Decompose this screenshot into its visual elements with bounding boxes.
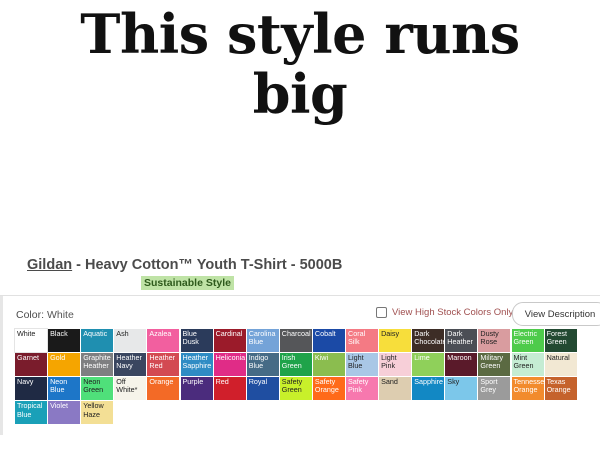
panel-divider bbox=[0, 296, 3, 435]
selected-color-value: White bbox=[46, 309, 74, 321]
brand-link[interactable]: Gildan bbox=[27, 257, 72, 273]
sustainable-style-badge: Sustainable Style bbox=[141, 276, 234, 290]
color-swatch[interactable]: Gold bbox=[48, 353, 81, 377]
color-swatch[interactable]: Charcoal bbox=[279, 329, 312, 352]
color-swatch[interactable]: Safety Orange bbox=[312, 377, 345, 401]
color-swatch[interactable]: Sapphire bbox=[412, 377, 445, 401]
color-swatch[interactable]: Red bbox=[213, 377, 246, 401]
color-swatch[interactable]: Off White* bbox=[114, 377, 147, 401]
color-swatch[interactable]: Texas Orange bbox=[544, 377, 577, 401]
color-swatch[interactable]: Sand bbox=[379, 377, 412, 401]
color-swatch[interactable]: Coral Silk bbox=[346, 329, 378, 352]
color-swatch[interactable]: Light Blue bbox=[346, 353, 378, 377]
color-swatch[interactable]: Royal bbox=[246, 377, 279, 401]
color-swatch[interactable]: Dark Chocolate bbox=[412, 329, 445, 352]
color-label: Color: White bbox=[16, 309, 74, 321]
color-swatch[interactable]: Kiwi bbox=[312, 353, 345, 377]
color-swatch[interactable]: Graphite Heather bbox=[81, 353, 114, 377]
color-swatch[interactable]: Heather Sapphire bbox=[180, 353, 213, 377]
high-stock-label: View High Stock Colors Only bbox=[392, 307, 514, 318]
high-stock-checkbox[interactable] bbox=[376, 307, 387, 318]
color-swatch[interactable]: Dark Heather bbox=[445, 329, 478, 352]
color-swatch[interactable]: Lime bbox=[412, 353, 445, 377]
color-swatch[interactable]: Neon Green bbox=[81, 377, 114, 401]
color-swatch[interactable]: Daisy bbox=[379, 329, 412, 352]
product-name: Heavy Cotton™ Youth T-Shirt - 5000B bbox=[85, 257, 343, 273]
color-label-key: Color: bbox=[16, 309, 45, 321]
color-swatch[interactable]: Blue Dusk bbox=[180, 329, 213, 352]
color-swatch[interactable]: Heather Red bbox=[147, 353, 180, 377]
color-swatch[interactable]: Violet bbox=[48, 401, 81, 425]
color-swatch[interactable]: Heather Navy bbox=[114, 353, 147, 377]
color-swatch[interactable]: White bbox=[14, 328, 48, 353]
color-swatch[interactable]: Azalea bbox=[147, 329, 180, 352]
color-swatch[interactable]: Light Pink bbox=[379, 353, 412, 377]
color-swatch[interactable]: Purple bbox=[180, 377, 213, 401]
color-swatch[interactable]: Yellow Haze bbox=[81, 401, 114, 425]
view-description-button[interactable]: View Description bbox=[512, 302, 600, 326]
color-swatch[interactable]: Tennessee Orange bbox=[511, 377, 544, 401]
headline-line-1: This style runs bbox=[80, 2, 520, 66]
high-stock-filter[interactable]: View High Stock Colors Only bbox=[376, 307, 513, 318]
color-swatch[interactable]: Heliconia bbox=[213, 353, 246, 377]
color-swatch[interactable]: Natural bbox=[544, 353, 577, 377]
color-swatch[interactable]: Black bbox=[48, 329, 81, 352]
color-swatch[interactable]: Safety Pink bbox=[346, 377, 378, 401]
color-swatch[interactable]: Tropical Blue bbox=[15, 401, 47, 425]
color-swatch[interactable]: Electric Green bbox=[511, 329, 544, 352]
headline-line-2: big bbox=[252, 62, 348, 126]
color-swatch[interactable]: Sky bbox=[445, 377, 478, 401]
color-swatch[interactable]: Safety Green bbox=[279, 377, 312, 401]
product-title: Gildan - Heavy Cotton™ Youth T-Shirt - 5… bbox=[27, 257, 342, 273]
color-swatch[interactable]: Irish Green bbox=[279, 353, 312, 377]
color-swatch[interactable]: Navy bbox=[15, 377, 47, 401]
color-swatch[interactable]: Sport Grey bbox=[478, 377, 511, 401]
color-swatch[interactable]: Military Green bbox=[478, 353, 511, 377]
color-swatch[interactable]: Garnet bbox=[15, 353, 47, 377]
color-swatch[interactable]: Aquatic bbox=[81, 329, 114, 352]
color-swatch[interactable]: Cobalt bbox=[312, 329, 345, 352]
color-swatch[interactable]: Orange bbox=[147, 377, 180, 401]
headline: This style runs big bbox=[0, 4, 600, 124]
color-swatch[interactable]: Neon Blue bbox=[48, 377, 81, 401]
color-swatch[interactable]: Forest Green bbox=[544, 329, 577, 352]
color-swatch[interactable]: Carolina Blue bbox=[246, 329, 279, 352]
color-swatch[interactable]: Dusty Rose bbox=[478, 329, 511, 352]
title-separator: - bbox=[72, 257, 86, 273]
color-swatch[interactable]: Cardinal bbox=[213, 329, 246, 352]
color-swatch[interactable]: Indigo Blue bbox=[246, 353, 279, 377]
color-swatch[interactable]: Mint Green bbox=[511, 353, 544, 377]
color-swatch[interactable]: Maroon bbox=[445, 353, 478, 377]
color-swatch[interactable]: Ash bbox=[114, 329, 147, 352]
